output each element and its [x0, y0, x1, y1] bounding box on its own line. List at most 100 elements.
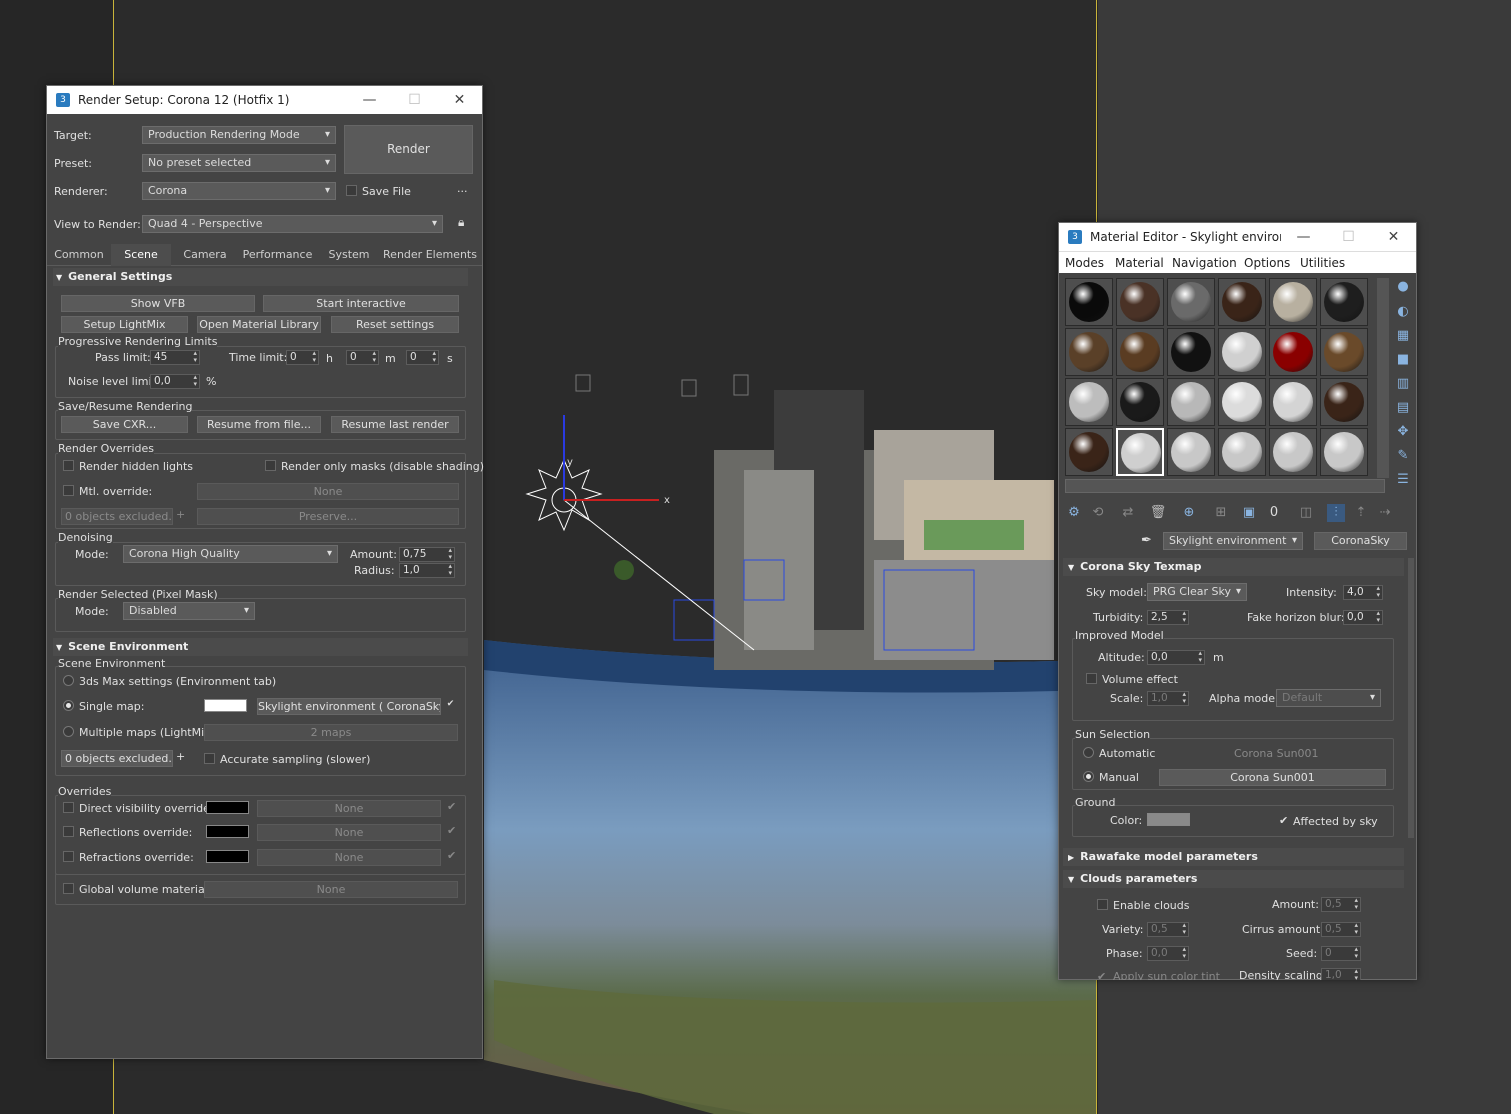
direct-visibility-enabled-checkbox[interactable]: ✔ — [447, 800, 456, 813]
general-settings-rollout[interactable]: ▼ General Settings — [53, 268, 468, 286]
affected-by-sky-checkbox[interactable]: ✔ — [1279, 814, 1288, 827]
pass-limit-spinner[interactable]: 45 — [150, 350, 200, 365]
minimize-icon[interactable]: — — [1281, 229, 1326, 245]
make-preview-icon[interactable]: ▤ — [1394, 399, 1412, 417]
volume-effect-checkbox[interactable] — [1086, 673, 1097, 684]
single-map-button[interactable]: Skylight environment ( CoronaSky ) — [257, 698, 441, 715]
options-icon[interactable]: ✥ — [1394, 423, 1412, 441]
max-settings-radio[interactable] — [63, 675, 74, 686]
material-sample-slot[interactable] — [1269, 328, 1317, 376]
objects-excluded-button[interactable]: 0 objects excluded... — [61, 508, 173, 525]
global-volume-map-button[interactable]: None — [204, 881, 458, 898]
turbidity-spinner[interactable]: 2,5 — [1147, 610, 1189, 625]
material-sample-slot[interactable] — [1116, 328, 1164, 376]
accurate-sampling-checkbox[interactable] — [204, 753, 215, 764]
global-volume-checkbox[interactable] — [63, 883, 74, 894]
material-sample-slot[interactable] — [1269, 378, 1317, 426]
view-to-render-dropdown[interactable]: Quad 4 - Perspective — [142, 215, 443, 233]
tab-camera[interactable]: Camera — [177, 244, 233, 266]
sample-slots-hscrollbar[interactable] — [1065, 479, 1385, 493]
multiple-maps-radio[interactable] — [63, 726, 74, 737]
show-vfb-button[interactable]: Show VFB — [61, 295, 255, 312]
close-icon[interactable]: ✕ — [437, 92, 482, 108]
pick-material-eyedropper-icon[interactable]: ✒ — [1141, 533, 1152, 548]
background-icon[interactable]: ▦ — [1394, 327, 1412, 345]
corona-sky-rollout[interactable]: ▼ Corona Sky Texmap — [1063, 558, 1404, 576]
material-sample-slot[interactable] — [1320, 378, 1368, 426]
preset-dropdown[interactable]: No preset selected — [142, 154, 336, 172]
clouds-amount-spinner[interactable]: 0,5 — [1321, 897, 1361, 912]
reflections-map-button[interactable]: None — [257, 824, 441, 841]
resume-last-render-button[interactable]: Resume last render — [331, 416, 459, 433]
single-map-enabled-checkbox[interactable]: ✔ — [445, 700, 456, 711]
env-add-excluded-button[interactable]: + — [176, 750, 185, 763]
material-name-dropdown[interactable]: Skylight environment — [1163, 532, 1303, 550]
setup-lightmix-button[interactable]: Setup LightMix — [61, 316, 188, 333]
seed-spinner[interactable]: 0 — [1321, 946, 1361, 961]
render-selected-mode-dropdown[interactable]: Disabled — [123, 602, 255, 620]
tab-common[interactable]: Common — [51, 244, 107, 266]
tab-render-elements[interactable]: Render Elements — [383, 244, 477, 266]
show-end-result-icon[interactable]: ⫶ — [1327, 504, 1345, 522]
delete-icon[interactable]: 🗑︎ — [1149, 504, 1167, 522]
params-scrollbar[interactable] — [1408, 558, 1414, 838]
material-sample-slot[interactable] — [1320, 328, 1368, 376]
material-sample-slot[interactable] — [1218, 378, 1266, 426]
save-cxr-button[interactable]: Save CXR... — [61, 416, 188, 433]
single-map-color-swatch[interactable] — [204, 699, 247, 712]
material-sample-slot[interactable] — [1065, 378, 1113, 426]
fake-horizon-blur-spinner[interactable]: 0,0 — [1343, 610, 1383, 625]
map-type-button[interactable]: CoronaSky — [1314, 532, 1407, 550]
reflections-enabled-checkbox[interactable]: ✔ — [447, 824, 456, 837]
effects-channel-icon[interactable]: 0 — [1265, 504, 1283, 522]
select-by-material-icon[interactable]: ✎ — [1394, 447, 1412, 465]
more-options-button[interactable]: ... — [457, 182, 468, 195]
material-sample-slot[interactable] — [1218, 278, 1266, 326]
denoising-mode-dropdown[interactable]: Corona High Quality — [123, 545, 338, 563]
altitude-spinner[interactable]: 0,0 — [1147, 650, 1205, 665]
assign-material-icon[interactable]: ⇄ — [1119, 504, 1137, 522]
put-to-scene-icon[interactable]: ⟲ — [1089, 504, 1107, 522]
material-sample-slot[interactable] — [1269, 278, 1317, 326]
close-icon[interactable]: ✕ — [1371, 229, 1416, 245]
backlight-icon[interactable]: ◐ — [1394, 303, 1412, 321]
reset-settings-button[interactable]: Reset settings — [331, 316, 459, 333]
refractions-enabled-checkbox[interactable]: ✔ — [447, 849, 456, 862]
show-shaded-icon[interactable]: ◫ — [1297, 504, 1315, 522]
sample-uv-tiling-icon[interactable]: ■ — [1394, 351, 1412, 369]
maximize-icon[interactable]: ☐ — [392, 92, 437, 108]
lock-icon[interactable]: 🔒︎ — [458, 215, 464, 230]
reflections-override-checkbox[interactable] — [63, 826, 74, 837]
material-navigator-icon[interactable]: ☰ — [1394, 471, 1412, 489]
render-button[interactable]: Render — [344, 125, 473, 174]
material-sample-slot[interactable] — [1116, 378, 1164, 426]
minimize-icon[interactable]: — — [347, 92, 392, 108]
enable-clouds-checkbox[interactable] — [1097, 899, 1108, 910]
target-dropdown[interactable]: Production Rendering Mode — [142, 126, 336, 144]
time-minutes-spinner[interactable]: 0 — [346, 350, 379, 365]
alpha-mode-dropdown[interactable]: Default — [1276, 689, 1381, 707]
single-map-radio[interactable] — [63, 700, 74, 711]
menu-modes[interactable]: Modes — [1065, 252, 1104, 274]
intensity-spinner[interactable]: 4,0 — [1343, 585, 1383, 600]
ground-color-swatch[interactable] — [1147, 813, 1190, 826]
tab-performance[interactable]: Performance — [240, 244, 315, 266]
resume-from-file-button[interactable]: Resume from file... — [197, 416, 321, 433]
preserve-button[interactable]: Preserve... — [197, 508, 459, 525]
noise-level-spinner[interactable]: 0,0 — [150, 374, 200, 389]
sample-slots-scrollbar[interactable] — [1377, 278, 1389, 478]
rawafake-rollout[interactable]: ▶ Rawafake model parameters — [1063, 848, 1404, 866]
cirrus-amount-spinner[interactable]: 0,5 — [1321, 922, 1361, 937]
menu-material[interactable]: Material — [1115, 252, 1164, 274]
get-material-icon[interactable]: ⚙ — [1065, 504, 1083, 522]
sample-type-icon[interactable]: ● — [1394, 278, 1412, 296]
make-unique-icon[interactable]: ⊕ — [1180, 504, 1198, 522]
material-id-icon[interactable]: ▣ — [1240, 504, 1258, 522]
render-setup-titlebar[interactable]: 3 Render Setup: Corona 12 (Hotfix 1) — ☐… — [47, 86, 482, 114]
material-sample-slot[interactable] — [1320, 428, 1368, 476]
material-sample-slot[interactable] — [1218, 428, 1266, 476]
reflections-color-swatch[interactable] — [206, 825, 249, 838]
material-sample-slot[interactable] — [1065, 428, 1113, 476]
material-sample-slot[interactable] — [1167, 428, 1215, 476]
mtl-override-checkbox[interactable] — [63, 485, 74, 496]
